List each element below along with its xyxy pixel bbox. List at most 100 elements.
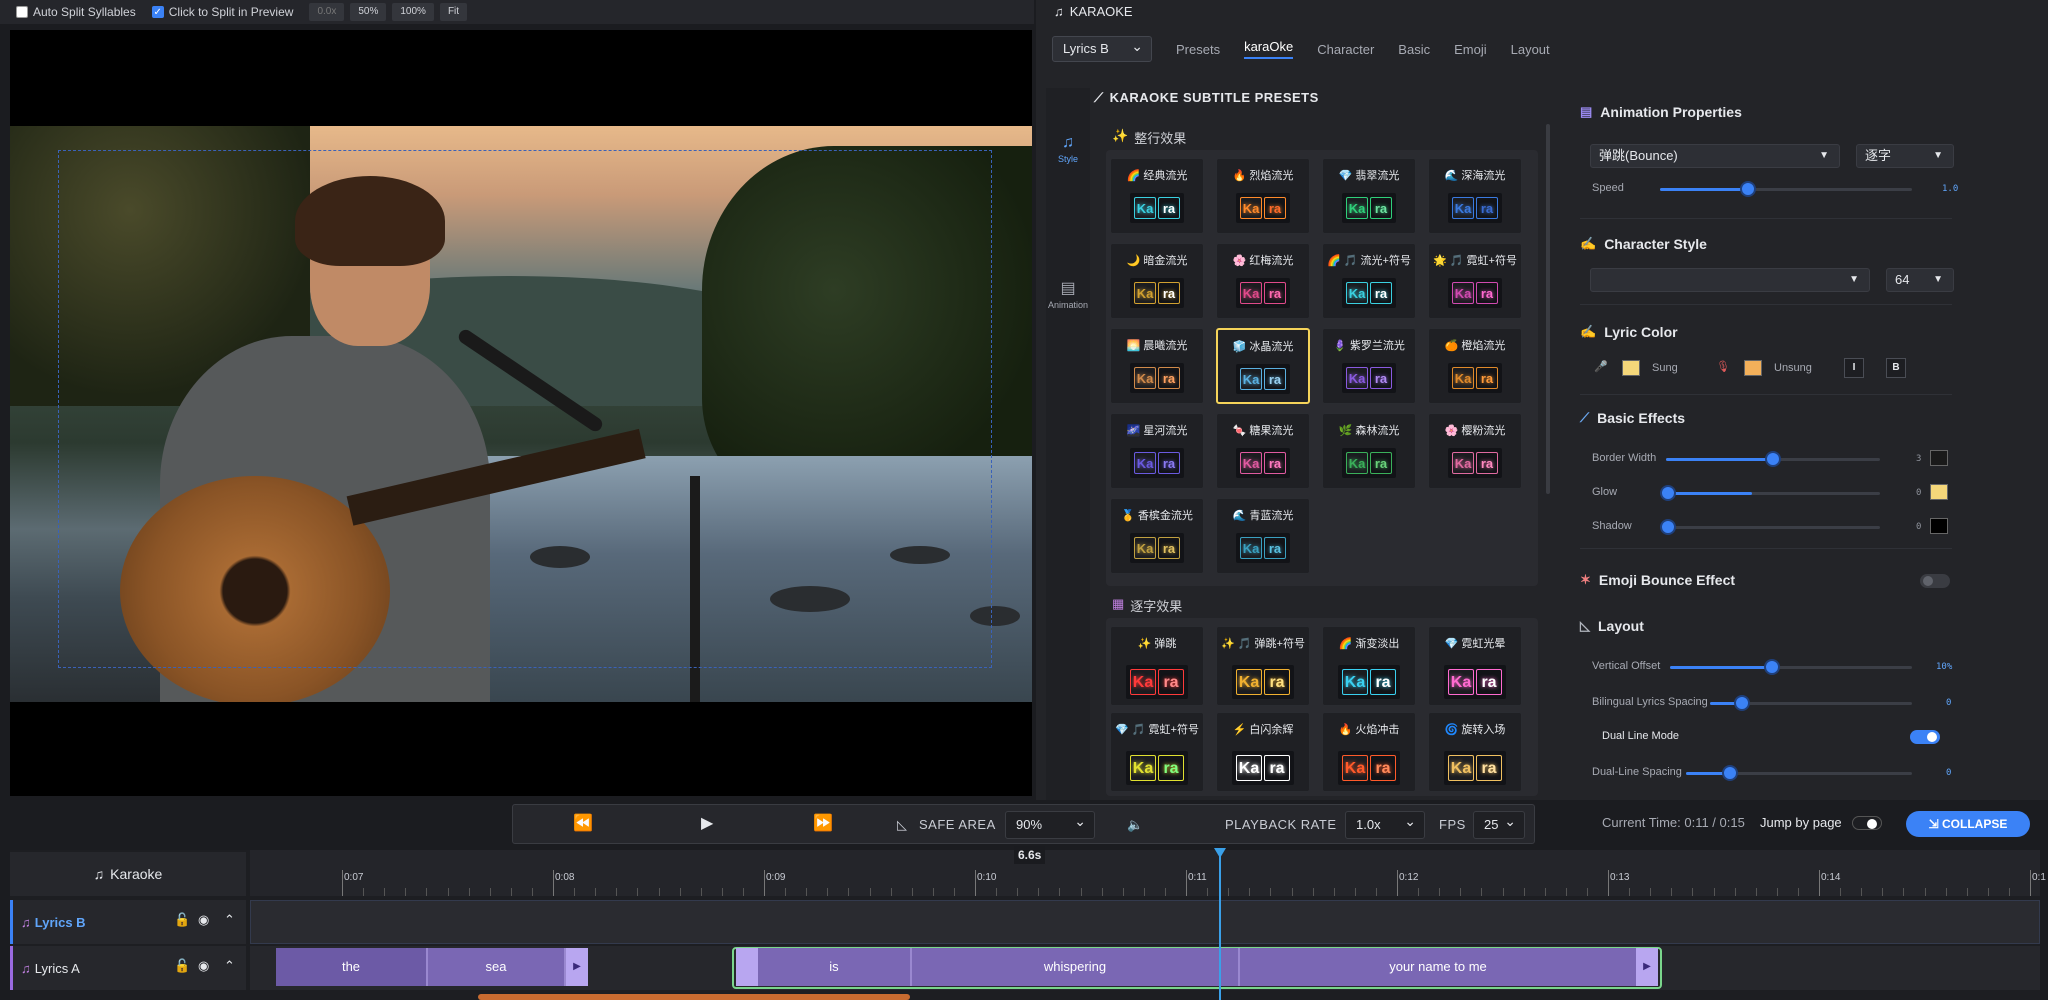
lyric-clip[interactable]: is bbox=[758, 948, 912, 986]
shadow-slider-knob[interactable] bbox=[1660, 519, 1676, 535]
lyric-clip[interactable]: whispering bbox=[912, 948, 1240, 986]
zoom-100-button[interactable]: 100% bbox=[392, 3, 434, 21]
click-split-option[interactable]: ✓ Click to Split in Preview bbox=[151, 5, 293, 19]
animation-type-select[interactable]: 弹跳(Bounce) bbox=[1590, 144, 1840, 168]
clip-handle-right[interactable]: ▶ bbox=[1636, 948, 1658, 986]
dual-line-toggle[interactable] bbox=[1910, 730, 1940, 744]
jump-by-page-toggle[interactable] bbox=[1852, 816, 1882, 830]
vertical-offset-slider-knob[interactable] bbox=[1763, 659, 1780, 675]
clip-handle-left[interactable] bbox=[736, 948, 758, 986]
unsung-color-swatch[interactable] bbox=[1744, 360, 1762, 376]
lyric-clip[interactable]: sea bbox=[428, 948, 566, 986]
lock-icon[interactable]: 🔓 bbox=[174, 912, 190, 928]
volume-icon[interactable]: 🔈 bbox=[1127, 817, 1144, 833]
auto-split-option[interactable]: Auto Split Syllables bbox=[16, 5, 136, 19]
zoom-50-button[interactable]: 50% bbox=[350, 3, 387, 21]
collapse-button[interactable]: ⇲ COLLAPSE bbox=[1906, 811, 2030, 837]
bilingual-spacing-slider[interactable] bbox=[1710, 695, 1912, 711]
preset-card[interactable]: 🍊 橙焰流光 Ka ra bbox=[1428, 328, 1522, 404]
preset-card[interactable]: 💎 🎵 霓虹+符号 Ka ra bbox=[1110, 712, 1204, 792]
playhead[interactable] bbox=[1219, 848, 1221, 1000]
preset-card[interactable]: 🌈 🎵 流光+符号 Ka ra bbox=[1322, 243, 1416, 319]
audio-clip-strip[interactable] bbox=[478, 994, 910, 1000]
chevron-up-icon[interactable]: ⌃ bbox=[224, 958, 235, 974]
preset-card[interactable]: 🌟 🎵 霓虹+符号 Ka ra bbox=[1428, 243, 1522, 319]
preset-card[interactable]: 🌈 经典流光 Ka ra bbox=[1110, 158, 1204, 234]
tab-presets[interactable]: Presets bbox=[1176, 42, 1220, 57]
font-select[interactable] bbox=[1590, 268, 1870, 292]
preset-card[interactable]: 🌊 深海流光 Ka ra bbox=[1428, 158, 1522, 234]
preset-card[interactable]: 🔥 火焰冲击 Ka ra bbox=[1322, 712, 1416, 792]
lyric-clip[interactable]: your name to me bbox=[1240, 948, 1638, 986]
preset-card[interactable]: 🌙 暗金流光 Ka ra bbox=[1110, 243, 1204, 319]
tab-character[interactable]: Character bbox=[1317, 42, 1374, 57]
border-color-swatch[interactable] bbox=[1930, 450, 1948, 466]
preset-card[interactable]: 🍬 糖果流光 Ka ra bbox=[1216, 413, 1310, 489]
sung-color-swatch[interactable] bbox=[1622, 360, 1640, 376]
preset-card[interactable]: 🧊 冰晶流光 Ka ra bbox=[1216, 328, 1310, 404]
preset-card[interactable]: 🪻 紫罗兰流光 Ka ra bbox=[1322, 328, 1416, 404]
eye-icon[interactable]: ◉ bbox=[198, 958, 209, 974]
speed-slider[interactable] bbox=[1660, 181, 1912, 197]
preset-card[interactable]: ✨ 🎵 弹跳+符号 Ka ra bbox=[1216, 626, 1310, 706]
preset-card[interactable]: 🌀 旋转入场 Ka ra bbox=[1428, 712, 1522, 792]
glow-slider[interactable] bbox=[1660, 485, 1880, 501]
auto-split-checkbox[interactable] bbox=[16, 6, 28, 18]
dual-line-spacing-slider[interactable] bbox=[1686, 765, 1912, 781]
clip-handle-right[interactable]: ▶ bbox=[566, 948, 588, 986]
glow-color-swatch[interactable] bbox=[1930, 484, 1948, 500]
lock-icon[interactable]: 🔓 bbox=[174, 958, 190, 974]
shadow-color-swatch[interactable] bbox=[1930, 518, 1948, 534]
preset-card[interactable]: 🌸 红梅流光 Ka ra bbox=[1216, 243, 1310, 319]
playback-rate-select[interactable]: 1.0x bbox=[1345, 808, 1425, 839]
preview-zoom-select[interactable]: 90% bbox=[1005, 808, 1095, 839]
preset-card[interactable]: ⚡ 白闪余辉 Ka ra bbox=[1216, 712, 1310, 792]
zoom-fit-button[interactable]: Fit bbox=[439, 3, 468, 21]
rewind-icon[interactable]: ⏪ bbox=[573, 813, 593, 833]
track-select[interactable]: Lyrics B bbox=[1052, 34, 1152, 62]
preset-card[interactable]: 🌊 青蓝流光 Ka ra bbox=[1216, 498, 1310, 574]
preset-card[interactable]: 🌌 星河流光 Ka ra bbox=[1110, 413, 1204, 489]
font-size-select[interactable]: 64 bbox=[1886, 268, 1954, 292]
presets-scrollbar[interactable] bbox=[1546, 124, 1550, 494]
zoom-current-button[interactable]: 0.0x bbox=[309, 3, 345, 21]
italic-button[interactable]: I bbox=[1844, 358, 1864, 378]
emoji-bounce-toggle[interactable] bbox=[1920, 574, 1950, 588]
chevron-up-icon[interactable]: ⌃ bbox=[224, 912, 235, 928]
bilingual-spacing-slider-knob[interactable] bbox=[1734, 695, 1750, 711]
play-icon[interactable]: ▶ bbox=[701, 813, 713, 833]
click-split-checkbox[interactable]: ✓ bbox=[151, 6, 164, 18]
timeline-ruler[interactable]: 0:07 0:08 0:09 0:10 0:11 0:12 0:13 0:14 0:1 bbox=[250, 850, 2046, 896]
bold-button[interactable]: B bbox=[1886, 358, 1906, 378]
video-preview[interactable] bbox=[10, 30, 1032, 796]
sidenav-animation[interactable]: ▤ Animation bbox=[1046, 278, 1090, 310]
preset-card[interactable]: 🥇 香槟金流光 Ka ra bbox=[1110, 498, 1204, 574]
tab-karaoke[interactable]: karaOke bbox=[1244, 39, 1294, 59]
preset-card[interactable]: 🌅 晨曦流光 Ka ra bbox=[1110, 328, 1204, 404]
tab-emoji[interactable]: Emoji bbox=[1454, 42, 1487, 57]
speed-slider-knob[interactable] bbox=[1740, 181, 1757, 197]
track-lyrics-b-lane[interactable] bbox=[250, 900, 2040, 944]
border-width-slider[interactable] bbox=[1666, 451, 1880, 467]
glow-slider-knob[interactable] bbox=[1660, 485, 1676, 501]
shadow-slider[interactable] bbox=[1660, 519, 1880, 535]
preset-card[interactable]: 🌈 渐变淡出 Ka ra bbox=[1322, 626, 1416, 706]
lyric-clip[interactable]: the bbox=[276, 948, 428, 986]
preset-card[interactable]: 💎 霓虹光晕 Ka ra bbox=[1428, 626, 1522, 706]
eye-icon[interactable]: ◉ bbox=[198, 912, 209, 928]
vertical-offset-slider[interactable] bbox=[1670, 659, 1912, 675]
safe-area-label[interactable]: SAFE AREA bbox=[919, 817, 996, 832]
track-lyrics-a-lane[interactable]: the sea ▶ is whispering your name to me … bbox=[250, 946, 2040, 990]
animation-mode-select[interactable]: 逐字 bbox=[1856, 144, 1954, 168]
tab-basic[interactable]: Basic bbox=[1398, 42, 1430, 57]
dual-line-spacing-slider-knob[interactable] bbox=[1722, 765, 1738, 781]
border-width-slider-knob[interactable] bbox=[1765, 451, 1781, 467]
sidenav-style[interactable]: ♫ Style bbox=[1046, 134, 1090, 164]
preset-card[interactable]: 🔥 烈焰流光 Ka ra bbox=[1216, 158, 1310, 234]
preset-card[interactable]: 🌸 樱粉流光 Ka ra bbox=[1428, 413, 1522, 489]
tab-layout[interactable]: Layout bbox=[1511, 42, 1550, 57]
preset-card[interactable]: ✨ 弹跳 Ka ra bbox=[1110, 626, 1204, 706]
fast-forward-icon[interactable]: ⏩ bbox=[813, 813, 833, 833]
fps-select[interactable]: 25 bbox=[1473, 808, 1525, 839]
preset-card[interactable]: 💎 翡翠流光 Ka ra bbox=[1322, 158, 1416, 234]
